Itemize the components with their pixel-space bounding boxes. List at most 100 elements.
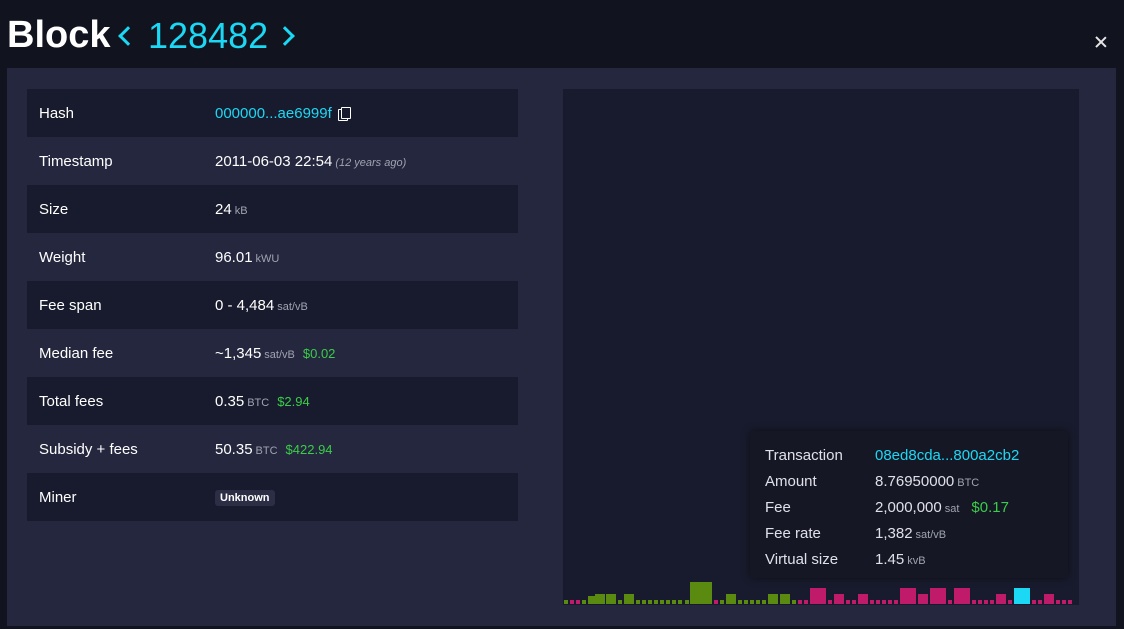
transaction-square[interactable] bbox=[762, 600, 766, 604]
transaction-square[interactable] bbox=[618, 600, 622, 604]
transaction-square[interactable] bbox=[648, 600, 652, 604]
row-label: Hash bbox=[27, 89, 215, 137]
transaction-square[interactable] bbox=[595, 594, 605, 604]
transaction-square[interactable] bbox=[678, 600, 682, 604]
transaction-square[interactable] bbox=[564, 600, 568, 604]
chevron-left-icon bbox=[118, 26, 138, 46]
transaction-square[interactable] bbox=[798, 600, 802, 604]
transaction-square[interactable] bbox=[1038, 600, 1042, 604]
transaction-square[interactable] bbox=[882, 600, 886, 604]
transaction-square[interactable] bbox=[750, 600, 754, 604]
transaction-square[interactable] bbox=[1068, 600, 1072, 604]
transaction-square[interactable] bbox=[780, 594, 790, 604]
transaction-square[interactable] bbox=[588, 596, 596, 604]
transaction-square[interactable] bbox=[570, 600, 574, 604]
transaction-square[interactable] bbox=[870, 600, 874, 604]
transaction-square[interactable] bbox=[918, 594, 928, 604]
row-label: Weight bbox=[39, 248, 86, 266]
tooltip-label: Transaction bbox=[765, 446, 843, 464]
transaction-square[interactable] bbox=[852, 600, 856, 604]
fee-rate-unit: sat/vB bbox=[915, 528, 947, 541]
transaction-square[interactable] bbox=[666, 600, 670, 604]
transaction-square[interactable] bbox=[834, 594, 844, 604]
miner-badge[interactable]: Unknown bbox=[215, 490, 275, 506]
fee-unit: sat bbox=[944, 502, 960, 515]
transaction-square[interactable] bbox=[930, 588, 946, 604]
selected-transaction-square[interactable] bbox=[1014, 588, 1030, 604]
transaction-square[interactable] bbox=[744, 600, 748, 604]
transaction-square[interactable] bbox=[636, 600, 640, 604]
tooltip-row: Transaction 08ed8cda...800a2cb2 bbox=[765, 442, 1019, 468]
transaction-square[interactable] bbox=[624, 594, 634, 604]
timestamp-ago: (12 years ago) bbox=[335, 156, 407, 169]
transaction-square[interactable] bbox=[984, 600, 988, 604]
block-detail-panel: Hash 000000...ae6999f Timestamp 2011-06-… bbox=[7, 68, 1116, 626]
block-details-table: Hash 000000...ae6999f Timestamp 2011-06-… bbox=[27, 89, 518, 521]
fee-span-value: 0 - 4,484 bbox=[215, 296, 275, 314]
transaction-square[interactable] bbox=[654, 600, 658, 604]
block-visualization[interactable]: Transaction 08ed8cda...800a2cb2 Amount 8… bbox=[563, 89, 1079, 605]
tooltip-row: Fee 2,000,000 sat $0.17 bbox=[765, 494, 1019, 520]
median-fee-fiat: $0.02 bbox=[302, 345, 336, 361]
transaction-square[interactable] bbox=[582, 600, 586, 604]
transaction-square[interactable] bbox=[948, 600, 952, 604]
transaction-square[interactable] bbox=[685, 600, 689, 604]
fee-span-unit: sat/vB bbox=[277, 300, 308, 313]
transaction-square[interactable] bbox=[1056, 600, 1060, 604]
transaction-square[interactable] bbox=[996, 594, 1006, 604]
transaction-square[interactable] bbox=[900, 588, 916, 604]
block-hash-link[interactable]: 000000...ae6999f bbox=[215, 105, 332, 122]
transaction-link[interactable]: 08ed8cda...800a2cb2 bbox=[875, 447, 1019, 464]
tooltip-label: Fee rate bbox=[765, 524, 821, 542]
transaction-square[interactable] bbox=[888, 600, 892, 604]
transaction-square[interactable] bbox=[768, 594, 778, 604]
amount-value: 8.76950000 bbox=[875, 472, 955, 490]
transaction-square[interactable] bbox=[846, 600, 850, 604]
transaction-square[interactable] bbox=[690, 582, 712, 604]
size-unit: kB bbox=[234, 204, 248, 217]
tooltip-label: Fee bbox=[765, 498, 791, 516]
transaction-square[interactable] bbox=[720, 600, 724, 604]
row-label: Subsidy + fees bbox=[39, 440, 138, 458]
transaction-square[interactable] bbox=[642, 600, 646, 604]
table-row: Miner Unknown bbox=[27, 473, 518, 521]
close-icon[interactable] bbox=[1092, 33, 1110, 51]
transaction-square[interactable] bbox=[576, 600, 580, 604]
transaction-square[interactable] bbox=[1008, 600, 1012, 604]
transaction-square[interactable] bbox=[810, 588, 826, 604]
transaction-square[interactable] bbox=[1062, 600, 1066, 604]
transaction-square[interactable] bbox=[1032, 600, 1036, 604]
transaction-square[interactable] bbox=[894, 600, 898, 604]
next-block-button[interactable] bbox=[275, 16, 302, 56]
transaction-square[interactable] bbox=[714, 600, 718, 604]
transaction-square[interactable] bbox=[954, 588, 970, 604]
modal-header: Block 128482 bbox=[0, 0, 1124, 68]
transaction-square[interactable] bbox=[876, 600, 880, 604]
block-height[interactable]: 128482 bbox=[148, 14, 268, 58]
transaction-square[interactable] bbox=[990, 600, 994, 604]
table-row: Subsidy + fees 50.35 BTC $422.94 bbox=[27, 425, 518, 473]
transaction-square[interactable] bbox=[1044, 594, 1054, 604]
total-fees-value: 0.35 bbox=[215, 392, 245, 410]
transaction-square[interactable] bbox=[978, 600, 982, 604]
transaction-square[interactable] bbox=[660, 600, 664, 604]
copy-icon[interactable] bbox=[337, 106, 351, 121]
transaction-square[interactable] bbox=[792, 600, 796, 604]
transaction-square[interactable] bbox=[756, 600, 760, 604]
transaction-square[interactable] bbox=[858, 594, 868, 604]
transaction-square[interactable] bbox=[738, 600, 742, 604]
transaction-square[interactable] bbox=[828, 600, 832, 604]
transaction-square[interactable] bbox=[804, 600, 808, 604]
row-label: Timestamp bbox=[39, 152, 113, 170]
page-title: Block bbox=[7, 14, 111, 56]
transaction-square[interactable] bbox=[606, 594, 616, 604]
total-fees-fiat: $2.94 bbox=[277, 393, 310, 409]
tooltip-row: Amount 8.76950000 BTC bbox=[765, 468, 1019, 494]
subsidy-fees-fiat: $422.94 bbox=[285, 441, 333, 457]
transaction-square[interactable] bbox=[972, 600, 976, 604]
row-label: Miner bbox=[27, 473, 215, 521]
previous-block-button[interactable] bbox=[113, 16, 139, 56]
row-label: Total fees bbox=[27, 377, 215, 425]
transaction-square[interactable] bbox=[726, 594, 736, 604]
transaction-square[interactable] bbox=[672, 600, 676, 604]
